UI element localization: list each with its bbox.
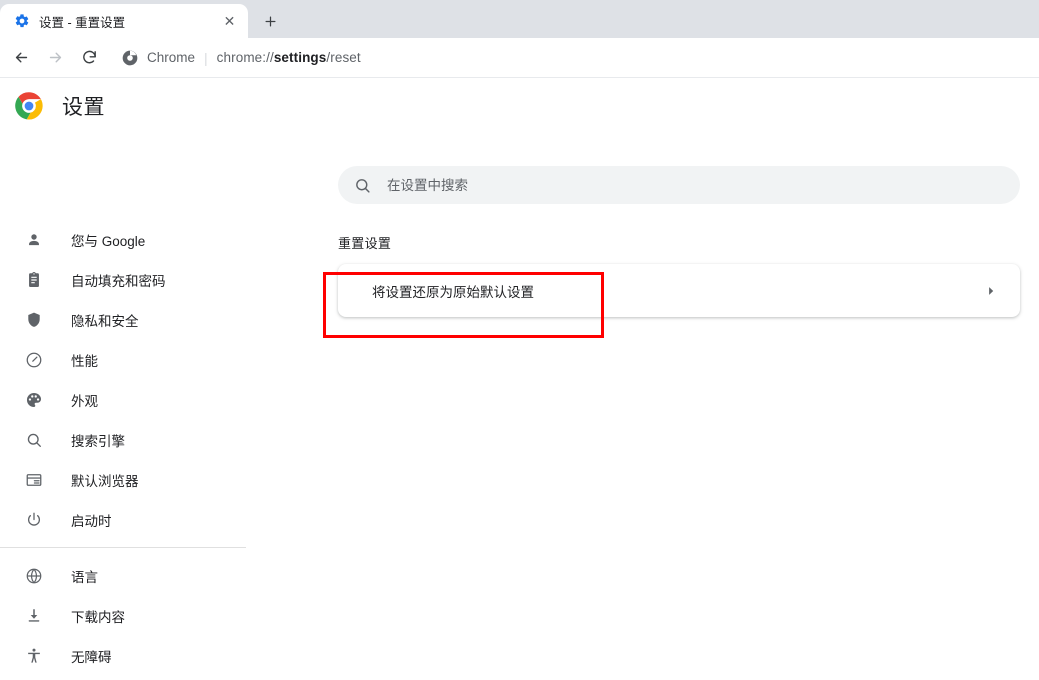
sidebar-item-label: 性能 bbox=[71, 354, 98, 369]
url-prefix: chrome:// bbox=[216, 50, 274, 65]
sidebar-item-search-engine[interactable]: 搜索引擎 bbox=[0, 420, 250, 460]
search-input[interactable] bbox=[387, 177, 947, 193]
back-button[interactable] bbox=[6, 43, 36, 73]
omnibox-separator: | bbox=[204, 49, 208, 66]
search-icon bbox=[24, 430, 44, 450]
browser-tab-settings[interactable]: 设置 - 重置设置 ✕ bbox=[0, 4, 248, 38]
sidebar-item-label: 外观 bbox=[71, 394, 98, 409]
chrome-icon bbox=[122, 50, 138, 66]
browser-window: 设置 - 重置设置 ✕ Chrome | chrome://settings/r… bbox=[0, 0, 1039, 680]
reload-button[interactable] bbox=[74, 43, 104, 73]
sidebar-item-label: 隐私和安全 bbox=[71, 314, 139, 329]
settings-sidebar: 您与 Google 自动填充和密码 隐私和安全 性能 外观 搜索引擎 默认浏览器… bbox=[0, 220, 250, 680]
chevron-right-icon bbox=[984, 284, 998, 298]
speedometer-icon bbox=[24, 350, 44, 370]
sidebar-item-accessibility[interactable]: 无障碍 bbox=[0, 636, 250, 676]
sidebar-item-appearance[interactable]: 外观 bbox=[0, 380, 250, 420]
power-icon bbox=[24, 510, 44, 530]
sidebar-item-label: 启动时 bbox=[71, 514, 112, 529]
sidebar-item-label: 下载内容 bbox=[71, 610, 125, 625]
sidebar-item-downloads[interactable]: 下载内容 bbox=[0, 596, 250, 636]
omnibox-url: chrome://settings/reset bbox=[217, 50, 361, 65]
sidebar-item-system[interactable]: 系统 bbox=[0, 676, 250, 680]
accessibility-icon bbox=[24, 646, 44, 666]
sidebar-item-label: 您与 Google bbox=[71, 234, 146, 249]
chrome-logo-icon bbox=[14, 91, 44, 121]
sidebar-item-languages[interactable]: 语言 bbox=[0, 556, 250, 596]
sidebar-divider bbox=[0, 547, 246, 548]
sidebar-item-label: 无障碍 bbox=[71, 650, 112, 665]
person-icon bbox=[24, 230, 44, 250]
search-icon bbox=[354, 177, 371, 194]
restore-defaults-row[interactable]: 将设置还原为原始默认设置 bbox=[338, 264, 1020, 317]
sidebar-item-performance[interactable]: 性能 bbox=[0, 340, 250, 380]
settings-main-content: 重置设置 将设置还原为原始默认设置 bbox=[338, 233, 1020, 317]
omnibox-scheme-label: Chrome bbox=[147, 50, 196, 65]
search-bar[interactable] bbox=[338, 166, 1020, 204]
browser-toolbar: Chrome | chrome://settings/reset bbox=[0, 38, 1039, 78]
tab-title: 设置 - 重置设置 bbox=[39, 15, 126, 30]
globe-icon bbox=[24, 566, 44, 586]
tab-strip: 设置 - 重置设置 ✕ bbox=[0, 0, 1039, 38]
sidebar-item-on-startup[interactable]: 启动时 bbox=[0, 500, 250, 540]
sidebar-item-you-and-google[interactable]: 您与 Google bbox=[0, 220, 250, 260]
settings-page: 设置 您与 Google bbox=[0, 78, 1039, 680]
url-suffix: /reset bbox=[326, 50, 361, 65]
page-title: 设置 bbox=[62, 96, 105, 119]
close-icon[interactable]: ✕ bbox=[221, 13, 238, 30]
sidebar-item-label: 搜索引擎 bbox=[71, 434, 125, 449]
section-title: 重置设置 bbox=[338, 236, 392, 251]
download-icon bbox=[24, 606, 44, 626]
gear-icon bbox=[14, 13, 30, 29]
sidebar-item-label: 语言 bbox=[71, 570, 98, 585]
browser-window-icon bbox=[24, 470, 44, 490]
restore-defaults-label: 将设置还原为原始默认设置 bbox=[372, 284, 534, 300]
settings-header: 设置 bbox=[0, 78, 1039, 134]
address-bar[interactable]: Chrome | chrome://settings/reset bbox=[112, 43, 1027, 72]
clipboard-icon bbox=[24, 270, 44, 290]
sidebar-item-privacy-security[interactable]: 隐私和安全 bbox=[0, 300, 250, 340]
sidebar-item-label: 自动填充和密码 bbox=[71, 274, 166, 289]
forward-button[interactable] bbox=[40, 43, 70, 73]
sidebar-item-label: 默认浏览器 bbox=[71, 474, 139, 489]
shield-icon bbox=[24, 310, 44, 330]
palette-icon bbox=[24, 390, 44, 410]
sidebar-item-autofill-passwords[interactable]: 自动填充和密码 bbox=[0, 260, 250, 300]
sidebar-item-default-browser[interactable]: 默认浏览器 bbox=[0, 460, 250, 500]
url-host: settings bbox=[273, 50, 327, 65]
new-tab-button[interactable] bbox=[256, 7, 284, 35]
